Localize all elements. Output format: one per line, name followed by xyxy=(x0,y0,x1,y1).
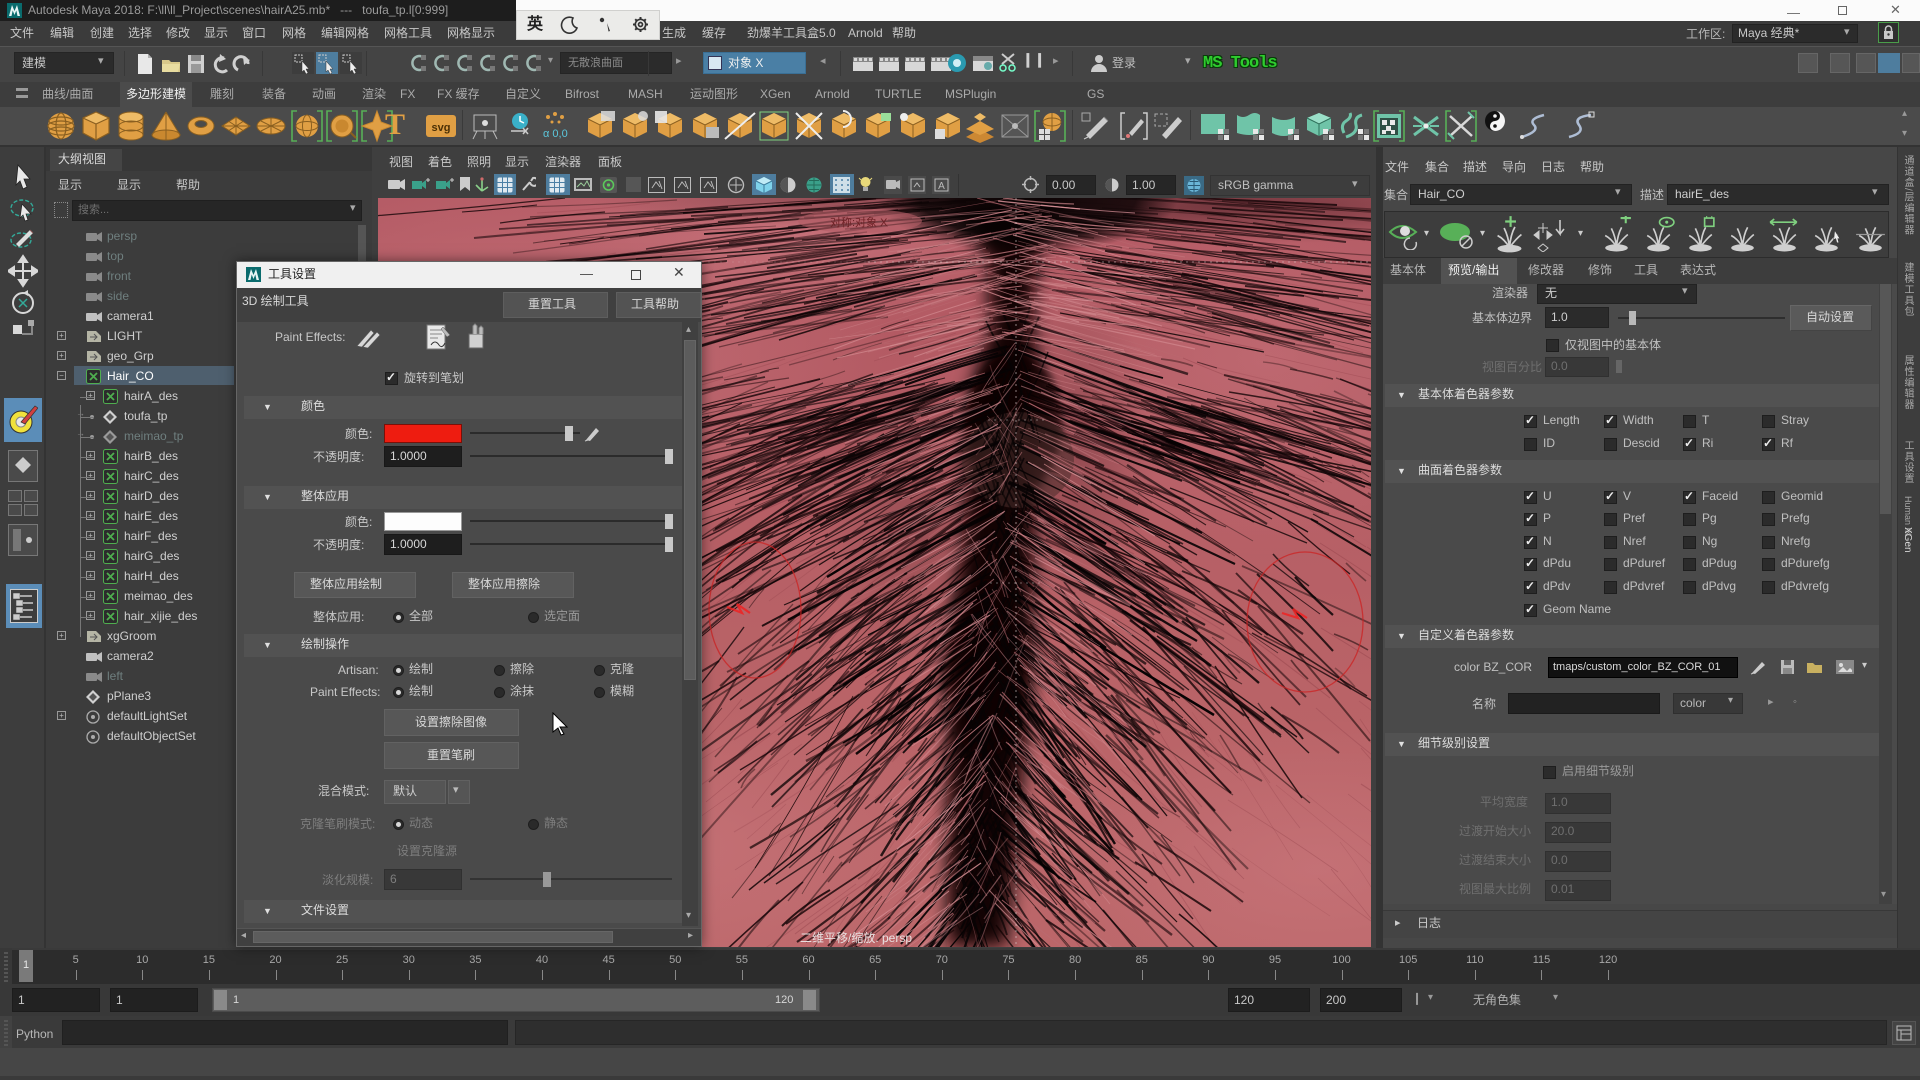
svg-text:svg: svg xyxy=(432,122,451,134)
svg-text:对称:对象 X: 对称:对象 X xyxy=(830,215,888,229)
svg-text:α 0,0: α 0,0 xyxy=(543,128,568,140)
svg-text:二维平移/缩放. persp: 二维平移/缩放. persp xyxy=(800,930,912,945)
svg-text:A: A xyxy=(938,181,945,192)
